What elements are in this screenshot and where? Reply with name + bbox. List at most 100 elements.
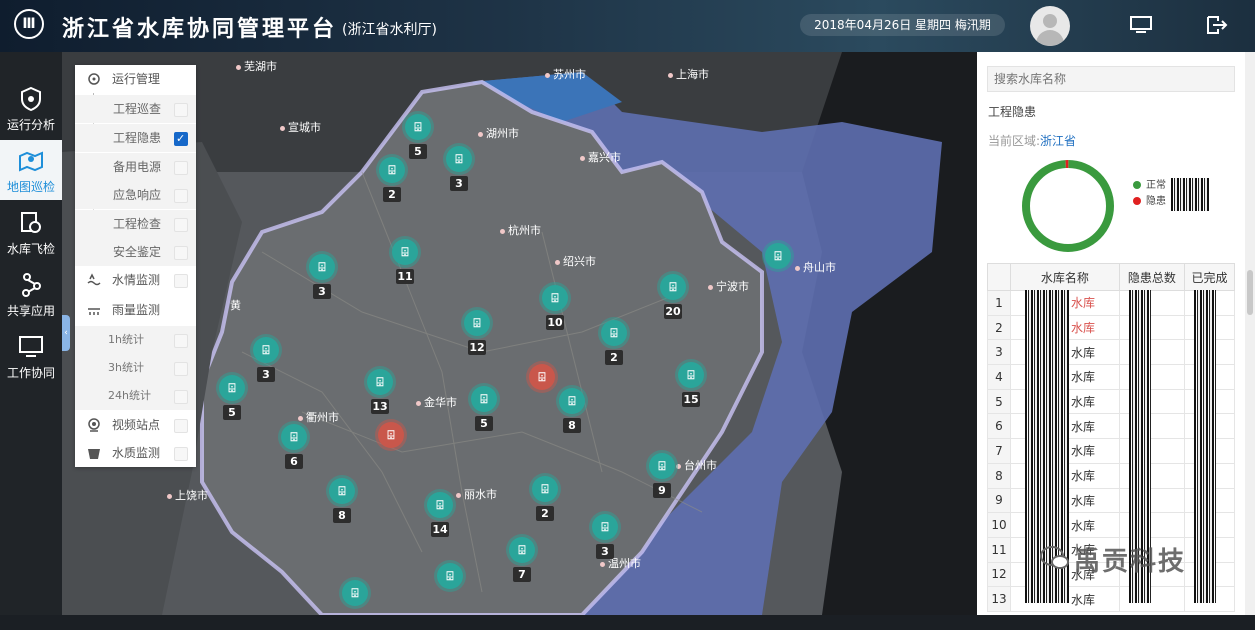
reservoir-marker[interactable]: ⌹ 3	[442, 146, 476, 196]
reservoir-marker[interactable]: ⌹ 11	[388, 239, 422, 289]
reservoir-marker[interactable]: ⌹	[338, 580, 372, 630]
city-label: 衢州市	[298, 409, 339, 425]
layer-checkbox[interactable]	[174, 125, 188, 153]
legend-item-hazard: 隐患	[1133, 194, 1166, 210]
reservoir-marker[interactable]: ⌹ 8	[325, 478, 359, 528]
row-index: 5	[987, 388, 1011, 415]
city-label: 湖州市	[478, 125, 519, 141]
layer-checkbox[interactable]	[174, 189, 188, 203]
layer-item[interactable]: 24h统计	[75, 382, 196, 410]
legend-swatch	[1133, 181, 1141, 189]
reservoir-marker[interactable]: ⌹ 3	[249, 337, 283, 387]
sidebar-item-flight-check[interactable]: 水库飞检	[0, 202, 62, 262]
layer-checkbox[interactable]	[174, 362, 188, 376]
layer-checkbox[interactable]	[174, 390, 188, 404]
layer-group-video[interactable]: 视频站点	[75, 411, 196, 439]
region-label: 当前区域:浙江省	[988, 134, 1077, 148]
layer-group-operations[interactable]: 运行管理	[75, 65, 196, 93]
reservoir-marker[interactable]: ⌹ 5	[467, 386, 501, 436]
share-icon	[22, 273, 41, 297]
layer-checkbox[interactable]	[174, 103, 188, 117]
water-icon	[87, 273, 101, 286]
layer-group-water[interactable]: 水情监测	[75, 266, 196, 294]
reservoir-marker[interactable]: ⌹ 20	[656, 274, 690, 324]
layer-item[interactable]: 应急响应	[75, 181, 196, 209]
reservoir-marker-alert[interactable]: ⌹	[525, 364, 559, 414]
reservoir-marker[interactable]: ⌹ 13	[363, 369, 397, 419]
layer-checkbox[interactable]	[174, 274, 188, 288]
reservoir-marker[interactable]: ⌹ 9	[645, 453, 679, 503]
reservoir-marker[interactable]: ⌹	[761, 243, 795, 293]
right-panel: 工程隐患 当前区域:浙江省 正常 隐患 水库名称 隐患总数 已完成 1水库2水库…	[977, 52, 1245, 615]
reservoir-marker[interactable]: ⌹ 14	[423, 492, 457, 542]
reservoir-marker[interactable]: ⌹ 7	[505, 537, 539, 587]
panel-collapse-tab[interactable]: ‹	[62, 315, 70, 351]
app-subtitle: (浙江省水利厅)	[342, 22, 437, 38]
city-label: 上海市	[668, 66, 709, 82]
app-title: 浙江省水库协同管理平台	[62, 16, 338, 42]
city-label: 上饶市	[167, 487, 208, 503]
reservoir-marker[interactable]: ⌹ 15	[674, 362, 708, 412]
map-background	[62, 52, 977, 615]
layer-checkbox[interactable]	[174, 419, 188, 433]
layer-group-rain[interactable]: 雨量监测	[75, 296, 196, 324]
col-hazard-total[interactable]: 隐患总数	[1118, 263, 1186, 291]
city-label: 宁波市	[708, 278, 749, 294]
avatar-icon[interactable]	[1030, 6, 1070, 46]
layer-checkbox[interactable]	[174, 161, 188, 175]
sidebar-item-label: 共享应用	[6, 304, 55, 318]
sidebar-item-collaboration[interactable]: 工作协同	[0, 326, 62, 386]
top-header: Ⅲ 浙江省水库协同管理平台 (浙江省水利厅) 2018年04月26日 星期四 梅…	[0, 0, 1255, 52]
row-index: 3	[987, 339, 1011, 366]
row-index: 4	[987, 364, 1011, 390]
scrollbar-thumb[interactable]	[1247, 270, 1253, 315]
monitor-icon[interactable]	[1130, 16, 1152, 34]
layer-checkbox[interactable]	[174, 334, 188, 348]
chart-legend: 正常 隐患	[1133, 178, 1166, 210]
city-label: 杭州市	[500, 222, 541, 238]
sidebar-item-label: 地图巡检	[6, 180, 55, 194]
logout-icon[interactable]	[1206, 16, 1228, 34]
reservoir-marker-alert[interactable]: ⌹	[374, 422, 408, 472]
layer-checkbox[interactable]	[174, 218, 188, 232]
layer-item[interactable]: 工程隐患	[75, 124, 196, 153]
reservoir-marker[interactable]: ⌹ 12	[460, 310, 494, 360]
map-view[interactable]	[62, 52, 977, 615]
col-completed[interactable]: 已完成	[1184, 263, 1235, 291]
layer-item[interactable]: 工程巡查	[75, 95, 196, 123]
sidebar-item-share[interactable]: 共享应用	[0, 264, 62, 324]
reservoir-marker[interactable]: ⌹ 6	[277, 424, 311, 474]
layer-item[interactable]: 1h统计	[75, 326, 196, 354]
layer-group-quality[interactable]: 水质监测	[75, 439, 196, 467]
layer-item[interactable]: 3h统计	[75, 354, 196, 382]
layer-checkbox[interactable]	[174, 447, 188, 461]
sidebar-item-label: 水库飞检	[6, 242, 55, 256]
layer-item[interactable]: 工程检查	[75, 210, 196, 238]
city-label: 黄	[230, 299, 241, 312]
search-input[interactable]	[987, 66, 1235, 92]
layer-item[interactable]: 安全鉴定	[75, 238, 196, 266]
region-value[interactable]: 浙江省	[1040, 134, 1076, 148]
reservoir-marker[interactable]: ⌹ 5	[215, 375, 249, 425]
reservoir-marker[interactable]: ⌹ 2	[597, 320, 631, 370]
row-index: 12	[987, 561, 1011, 588]
layer-checkbox[interactable]	[174, 246, 188, 260]
sidebar-item-map-patrol[interactable]: 地图巡检	[0, 140, 62, 200]
reservoir-marker[interactable]: ⌹ 8	[555, 388, 589, 438]
city-label: 宣城市	[280, 119, 321, 135]
scrollbar-track[interactable]	[1245, 52, 1255, 615]
col-name[interactable]: 水库名称	[1010, 263, 1120, 291]
reservoir-marker[interactable]: ⌹	[433, 563, 467, 613]
donut-segment-normal[interactable]	[1022, 160, 1114, 252]
map-pin-icon	[19, 151, 43, 172]
reservoir-marker[interactable]: ⌹ 2	[375, 157, 409, 207]
layer-item[interactable]: 备用电源	[75, 153, 196, 181]
left-sidebar: 运行分析 地图巡检 水库飞检 共享应用 工作协同	[0, 52, 62, 615]
legend-item-normal: 正常	[1133, 178, 1166, 194]
sidebar-item-analysis[interactable]: 运行分析	[0, 78, 62, 138]
reservoir-marker[interactable]: ⌹ 3	[305, 254, 339, 304]
reservoir-marker[interactable]: ⌹ 2	[528, 476, 562, 526]
watermark: 禹贡科技	[1074, 547, 1187, 577]
reservoir-marker[interactable]: ⌹ 10	[538, 285, 572, 335]
reservoir-marker[interactable]: ⌹ 3	[588, 514, 622, 564]
